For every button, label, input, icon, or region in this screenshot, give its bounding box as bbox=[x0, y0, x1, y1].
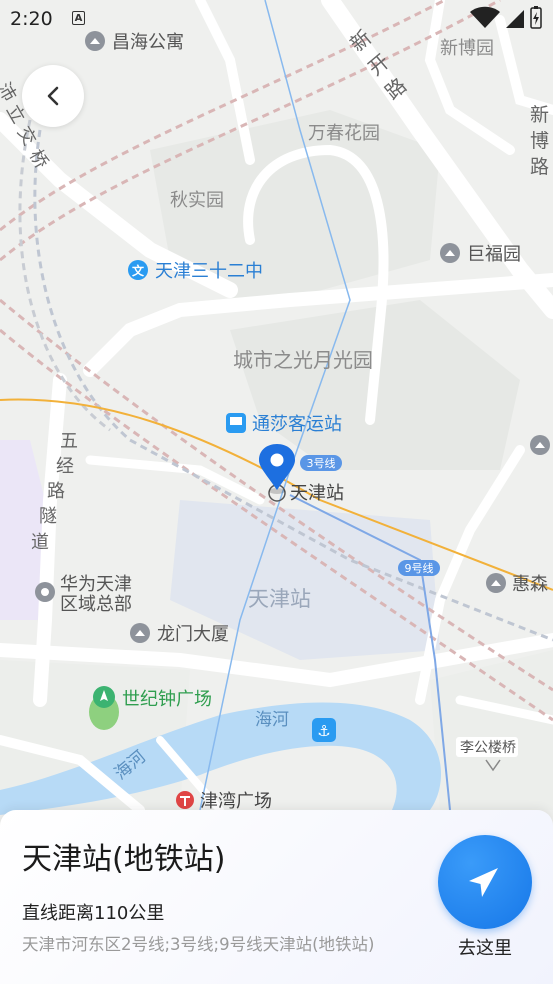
poi-label: 天津站 bbox=[290, 483, 344, 504]
place-title: 天津站(地铁站) bbox=[22, 842, 226, 877]
poi-label: 惠森 bbox=[512, 574, 548, 595]
svg-text:隧: 隧 bbox=[39, 506, 57, 527]
chevron-left-icon bbox=[47, 86, 59, 106]
badge-line-9: 9号线 bbox=[398, 560, 440, 576]
poi-label: 世纪钟广场 bbox=[122, 689, 212, 710]
place-info-sheet: 天津站(地铁站) 直线距离110公里 天津市河东区2号线;3号线;9号线天津站(… bbox=[0, 810, 553, 984]
poi-label: 城市之光月光园 bbox=[233, 348, 373, 372]
poi-label: 巨福园 bbox=[467, 244, 521, 265]
status-time: 2:20 bbox=[10, 8, 53, 30]
poi-hui[interactable]: 惠森 bbox=[486, 573, 548, 595]
poi-tongsha[interactable]: 通莎客运站 bbox=[226, 413, 342, 435]
school-icon: 文 bbox=[132, 263, 145, 278]
place-distance: 直线距离110公里 bbox=[22, 903, 165, 924]
poi-label: 龙门大厦 bbox=[157, 624, 229, 645]
river-label: 海河 bbox=[255, 710, 289, 730]
poi-right-edge[interactable] bbox=[530, 435, 550, 455]
svg-text:3号线: 3号线 bbox=[307, 456, 336, 470]
badge-line-3: 3号线 bbox=[300, 455, 342, 471]
poi-longmen[interactable]: 龙门大厦 bbox=[130, 623, 229, 645]
bridge-label: 李公楼桥 bbox=[460, 740, 516, 756]
svg-text:经: 经 bbox=[56, 456, 74, 477]
poi-label: 通莎客运站 bbox=[252, 414, 342, 435]
poi-label: 新博园 bbox=[440, 38, 494, 59]
poi-label: 万春花园 bbox=[308, 123, 380, 144]
anchor-icon: ⚓ bbox=[317, 722, 330, 740]
back-button[interactable] bbox=[22, 65, 84, 127]
svg-text:新: 新 bbox=[530, 104, 549, 126]
poi-label: 区域总部 bbox=[60, 594, 132, 615]
svg-text:9号线: 9号线 bbox=[405, 561, 434, 575]
signal-icon bbox=[506, 10, 524, 28]
notification-a-icon: A bbox=[72, 11, 85, 25]
poi-port[interactable]: ⚓ bbox=[312, 718, 336, 742]
system-status-icons bbox=[470, 6, 542, 29]
poi-label: 秋实园 bbox=[170, 190, 224, 211]
navigate-label[interactable]: 去这里 bbox=[438, 934, 532, 960]
poi-label: 津湾广场 bbox=[200, 791, 272, 812]
svg-text:五: 五 bbox=[60, 431, 78, 452]
navigation-arrow-icon bbox=[469, 868, 498, 897]
place-address: 天津市河东区2号线;3号线;9号线天津站(地铁站) bbox=[22, 935, 375, 954]
poi-label: 华为天津 bbox=[60, 574, 132, 595]
area-label: 天津站 bbox=[248, 587, 311, 611]
svg-text:道: 道 bbox=[31, 532, 49, 553]
svg-text:路: 路 bbox=[530, 156, 549, 178]
poi-jufu[interactable]: 巨福园 bbox=[440, 243, 521, 265]
battery-icon bbox=[530, 6, 542, 29]
road-xinbo: 新 博 路 bbox=[530, 104, 549, 178]
wifi-icon bbox=[470, 6, 500, 28]
poi-label: 天津三十二中 bbox=[155, 261, 263, 282]
status-bar: 2:20 A bbox=[0, 0, 553, 38]
svg-text:博: 博 bbox=[530, 130, 549, 152]
navigate-button[interactable] bbox=[438, 835, 532, 929]
svg-text:路: 路 bbox=[47, 481, 65, 502]
